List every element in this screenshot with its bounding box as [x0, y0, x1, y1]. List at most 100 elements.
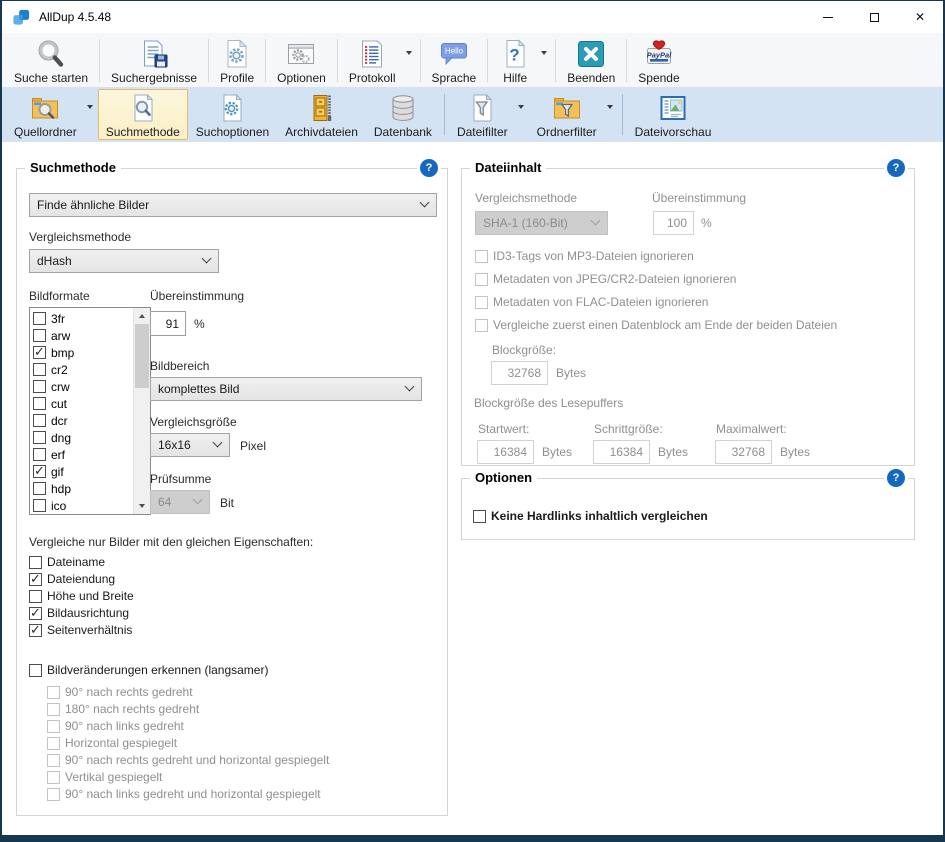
compare-size-label: Vergleichsgröße: [150, 415, 237, 429]
checkbox-box: [47, 754, 60, 767]
property-checkbox-dateiendung[interactable]: Dateiendung: [29, 572, 115, 586]
folder-filter-dropdown-arrow[interactable]: [605, 105, 618, 125]
formats-label: Bildformate: [29, 289, 90, 303]
svg-text:PayPal: PayPal: [647, 51, 673, 60]
scroll-up-button[interactable]: [134, 308, 150, 324]
format-checkbox[interactable]: arw: [33, 327, 133, 344]
checkbox-box: [33, 346, 46, 359]
checkbox-box: [29, 573, 42, 586]
archive-files-icon: [306, 92, 338, 124]
format-label: erf: [51, 448, 65, 462]
scroll-down-button[interactable]: [134, 498, 150, 514]
format-checkbox[interactable]: crw: [33, 378, 133, 395]
format-label: bmp: [51, 346, 74, 360]
source-folder-button[interactable]: Quellordner: [6, 89, 85, 140]
svg-text:?: ?: [510, 46, 520, 65]
search-method-select[interactable]: Finde ähnliche Bilder: [29, 193, 437, 217]
property-checkbox-dateiname[interactable]: Dateiname: [29, 555, 105, 569]
archive-files-button[interactable]: Archivdateien: [277, 89, 366, 140]
listbox-scrollbar[interactable]: [133, 308, 150, 514]
image-area-select[interactable]: komplettes Bild: [150, 377, 422, 401]
property-checkbox-bildausrichtung[interactable]: Bildausrichtung: [29, 606, 129, 620]
format-checkbox[interactable]: dcr: [33, 412, 133, 429]
protocol-dropdown-arrow[interactable]: [404, 51, 417, 71]
transform-label: 90° nach links gedreht: [65, 719, 184, 733]
toolbar-label: Sprache: [432, 71, 477, 85]
minimize-button[interactable]: [805, 1, 851, 33]
file-filter-icon: [466, 92, 498, 124]
help-circle-icon[interactable]: ?: [887, 469, 905, 487]
compare-size-select[interactable]: 16x16: [150, 433, 230, 457]
toolbar-label: Archivdateien: [285, 125, 358, 139]
property-checkbox-hoehe-breite[interactable]: Höhe und Breite: [29, 589, 134, 603]
maximize-button[interactable]: [851, 1, 897, 33]
exit-button[interactable]: Beenden: [559, 35, 623, 86]
format-checkbox[interactable]: hdp: [33, 480, 133, 497]
format-label: dcr: [51, 414, 68, 428]
checkbox-box: [33, 363, 46, 376]
format-checkbox[interactable]: gif: [33, 463, 133, 480]
search-options-button[interactable]: Suchoptionen: [188, 89, 277, 140]
transform-label: Horizontal gespiegelt: [65, 736, 177, 750]
folder-filter-button[interactable]: Ordnerfilter: [529, 89, 605, 140]
database-button[interactable]: Datenbank: [366, 89, 440, 140]
checksum-select: 64: [150, 490, 210, 514]
file-preview-button[interactable]: Dateivorschau: [627, 89, 720, 140]
toolbar-label: Dateifilter: [457, 125, 508, 139]
transform-label: Vertikal gespiegelt: [65, 770, 162, 784]
image-formats-listbox: 3fr arw bmp cr2 crw cut dcr dng erf gif …: [29, 307, 151, 515]
toolbar-label: Profile: [220, 71, 254, 85]
language-button[interactable]: Hello Sprache: [424, 35, 485, 86]
search-results-button[interactable]: Suchergebnisse: [103, 35, 205, 86]
checkbox-box: [33, 329, 46, 342]
search-method-button[interactable]: Suchmethode: [98, 89, 188, 140]
start-search-button[interactable]: Suche starten: [6, 35, 96, 86]
match-input[interactable]: [150, 311, 186, 336]
checkbox-box: [475, 296, 488, 309]
help-button[interactable]: ? Hilfe: [491, 35, 539, 86]
donate-button[interactable]: PayPal Spende: [630, 35, 687, 86]
checkbox-box: [33, 414, 46, 427]
file-filter-button[interactable]: Dateifilter: [449, 89, 516, 140]
properties-caption: Vergleiche nur Bilder mit den gleichen E…: [29, 535, 313, 549]
format-checkbox[interactable]: 3fr: [33, 310, 133, 327]
toolbar-separator: [208, 39, 209, 82]
group-title: Suchmethode: [25, 160, 121, 175]
detect-transforms-checkbox[interactable]: Bildveränderungen erkennen (langsamer): [29, 663, 268, 677]
compare-method-label: Vergleichsmethode: [29, 230, 131, 244]
property-checkbox-seitenverhaeltnis[interactable]: Seitenverhältnis: [29, 623, 132, 637]
compare-method-select[interactable]: dHash: [29, 249, 219, 273]
format-checkbox[interactable]: erf: [33, 446, 133, 463]
help-circle-icon[interactable]: ?: [420, 159, 438, 177]
transform-checkbox: 90° nach links gedreht und horizontal ge…: [47, 787, 321, 801]
checkbox-box: [33, 397, 46, 410]
buffer-step-input: [593, 440, 650, 464]
help-circle-icon[interactable]: ?: [887, 159, 905, 177]
format-checkbox[interactable]: dng: [33, 429, 133, 446]
toolbar-label: Suche starten: [14, 71, 88, 85]
options-button[interactable]: Optionen: [269, 35, 334, 86]
format-checkbox[interactable]: ico: [33, 497, 133, 514]
format-checkbox[interactable]: bmp: [33, 344, 133, 361]
file-filter-dropdown-arrow[interactable]: [516, 105, 529, 125]
scroll-track[interactable]: [134, 388, 150, 498]
close-button[interactable]: [897, 1, 943, 33]
transform-checkbox: 90° nach rechts gedreht: [47, 685, 193, 699]
checkbox-box: [33, 499, 46, 512]
toolbar-separator: [420, 39, 421, 82]
help-dropdown-arrow[interactable]: [539, 51, 552, 71]
format-label: arw: [51, 329, 70, 343]
format-checkbox[interactable]: cut: [33, 395, 133, 412]
buffer-caption: Blockgröße des Lesepuffers: [474, 396, 623, 410]
format-checkbox[interactable]: cr2: [33, 361, 133, 378]
donate-paypal-icon: PayPal: [643, 38, 675, 70]
source-folder-dropdown-arrow[interactable]: [85, 105, 98, 125]
protocol-button[interactable]: Protokoll: [341, 35, 404, 86]
compare-size-unit: Pixel: [240, 439, 266, 453]
transform-label: 90° nach links gedreht und horizontal ge…: [65, 787, 321, 801]
transform-checkbox: 90° nach links gedreht: [47, 719, 184, 733]
hardlinks-checkbox[interactable]: Keine Hardlinks inhaltlich vergleichen: [473, 509, 708, 523]
scroll-thumb[interactable]: [135, 324, 149, 388]
checksum-unit: Bit: [220, 496, 234, 510]
profiles-button[interactable]: Profile: [212, 35, 262, 86]
